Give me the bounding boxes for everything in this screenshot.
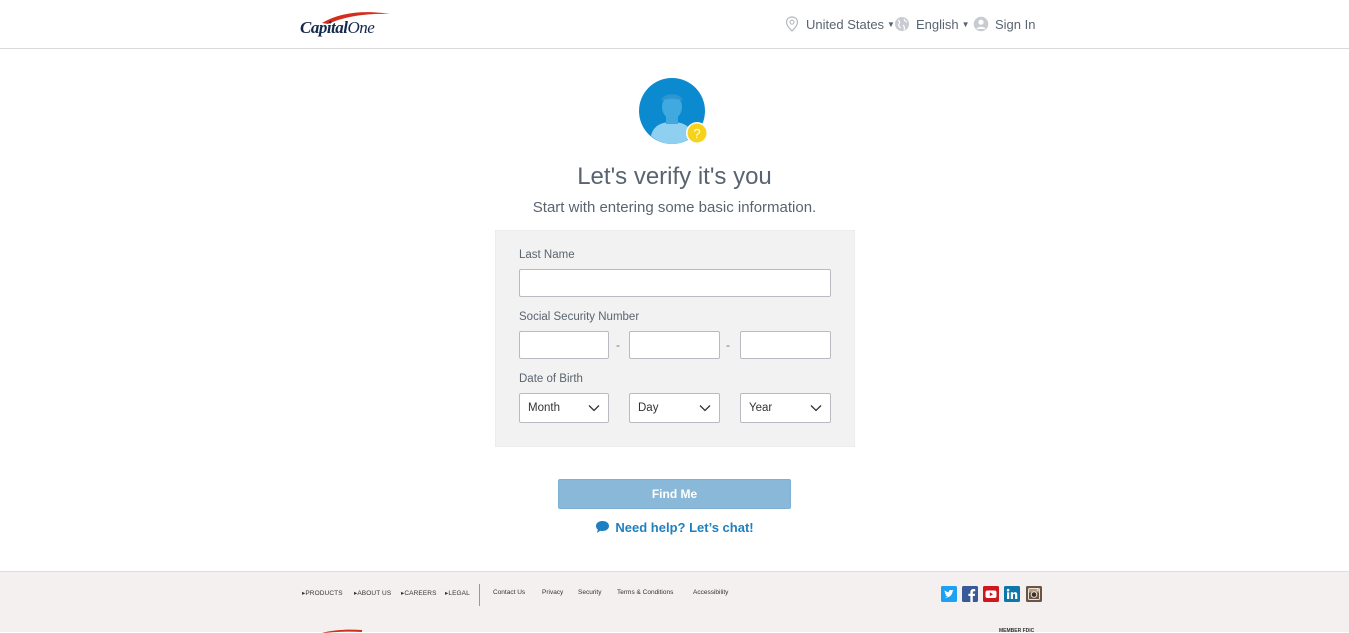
footer-contact-link[interactable]: Contact Us	[493, 589, 525, 596]
page-subtitle: Start with entering some basic informati…	[532, 199, 817, 216]
facebook-icon[interactable]	[962, 586, 978, 602]
footer-privacy-link[interactable]: Privacy	[542, 589, 563, 596]
dob-year-select[interactable]: Year	[740, 393, 831, 423]
chevron-down-icon: ▼	[961, 19, 970, 29]
chat-help-link[interactable]: Need help? Let’s chat!	[0, 520, 1349, 535]
user-icon	[973, 16, 989, 32]
footer-logo-swoosh-icon	[322, 629, 362, 633]
last-name-label: Last Name	[519, 249, 575, 261]
language-selector[interactable]: English ▼	[894, 15, 970, 33]
ssn-separator: -	[726, 338, 730, 352]
logo-word-one: One	[347, 18, 375, 37]
footer-products-link[interactable]: ▸PRODUCTS	[302, 589, 343, 597]
footer-security-link[interactable]: Security	[578, 589, 601, 596]
footer-products-label: PRODUCTS	[305, 590, 343, 597]
ssn-label: Social Security Number	[519, 311, 640, 323]
dob-label: Date of Birth	[519, 373, 583, 385]
member-fdic-text: MEMBER FDIC	[999, 628, 1035, 633]
chevron-down-icon	[588, 405, 600, 412]
last-name-input[interactable]	[519, 269, 831, 297]
footer-legal-link[interactable]: ▸LEGAL	[445, 589, 470, 597]
dob-day-value: Day	[638, 402, 659, 414]
country-selector[interactable]: United States ▼	[784, 15, 895, 33]
language-label: English	[916, 16, 959, 32]
dob-day-select[interactable]: Day	[629, 393, 720, 423]
linkedin-icon[interactable]	[1004, 586, 1020, 602]
ssn-part2-input[interactable]	[629, 331, 720, 359]
site-header: CapitalOne United States ▼ English ▼ Sig…	[0, 0, 1349, 49]
svg-text:?: ?	[693, 126, 700, 141]
ssn-part3-input[interactable]	[740, 331, 831, 359]
footer-about-link[interactable]: ▸ABOUT US	[354, 589, 391, 597]
site-footer: ▸PRODUCTS ▸ABOUT US ▸CAREERS ▸LEGAL Cont…	[0, 571, 1349, 633]
chat-bubble-icon	[596, 521, 610, 533]
chevron-down-icon	[699, 405, 711, 412]
footer-accessibility-link[interactable]: Accessibility	[693, 589, 728, 596]
verify-avatar-icon: ?	[639, 78, 707, 144]
verify-form: Last Name Social Security Number - - Dat…	[495, 230, 855, 447]
dob-month-value: Month	[528, 402, 560, 414]
footer-careers-label: CAREERS	[404, 590, 437, 597]
footer-about-label: ABOUT US	[357, 590, 392, 597]
dob-year-value: Year	[749, 402, 773, 414]
chevron-down-icon	[810, 405, 822, 412]
footer-careers-link[interactable]: ▸CAREERS	[401, 589, 437, 597]
chat-help-label: Need help? Let’s chat!	[615, 520, 754, 535]
country-label: United States	[806, 16, 885, 32]
youtube-icon[interactable]	[983, 586, 999, 602]
dob-month-select[interactable]: Month	[519, 393, 609, 423]
ssn-part1-input[interactable]	[519, 331, 609, 359]
location-pin-icon	[785, 16, 799, 32]
capital-one-logo[interactable]: CapitalOne	[300, 10, 392, 38]
instagram-icon[interactable]	[1026, 586, 1042, 602]
ssn-separator: -	[616, 338, 620, 352]
sign-in-label: Sign In	[995, 16, 1036, 32]
footer-terms-link[interactable]: Terms & Conditions	[617, 589, 673, 596]
footer-divider	[479, 584, 480, 606]
footer-legal-label: LEGAL	[448, 590, 470, 597]
sign-in-link[interactable]: Sign In	[973, 15, 1035, 33]
logo-word-capital: Capital	[300, 18, 348, 37]
find-me-button[interactable]: Find Me	[558, 479, 791, 509]
twitter-icon[interactable]	[941, 586, 957, 602]
page-title: Let's verify it's you	[577, 163, 772, 190]
globe-icon	[895, 17, 909, 31]
